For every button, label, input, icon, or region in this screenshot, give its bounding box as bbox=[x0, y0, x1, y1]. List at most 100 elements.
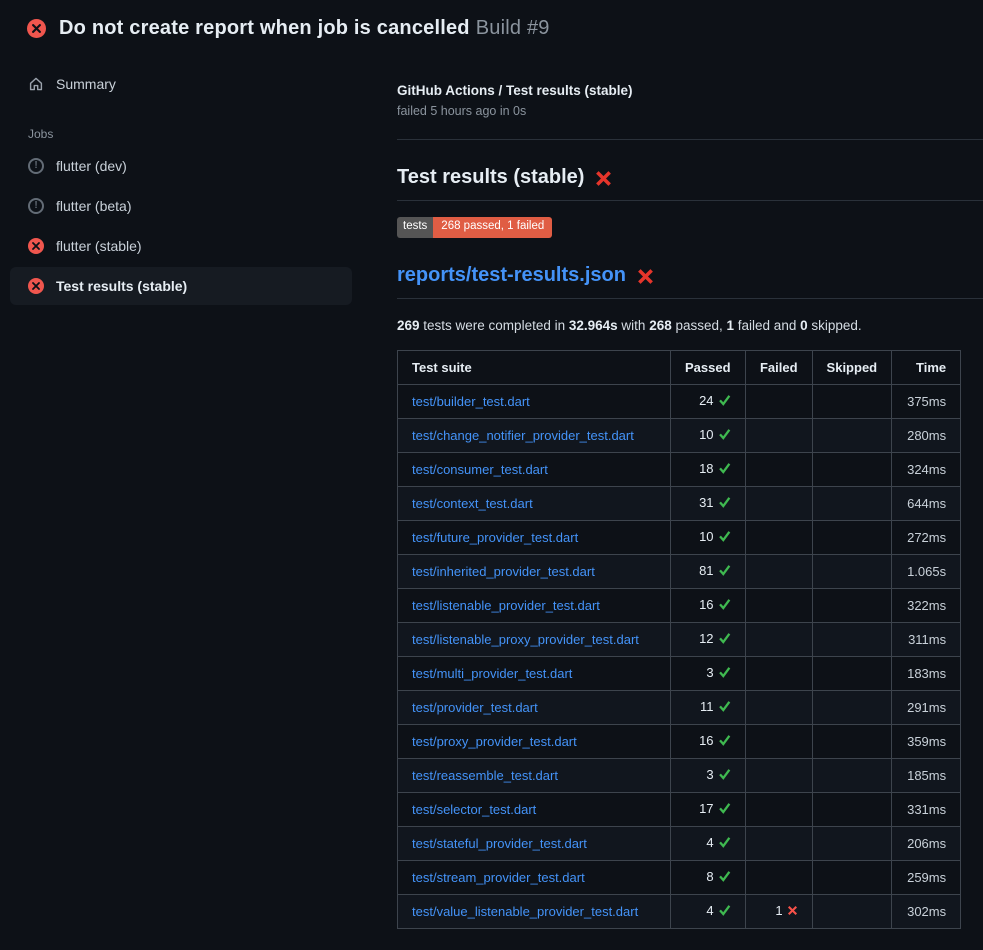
test-suite-link[interactable]: test/proxy_provider_test.dart bbox=[412, 734, 577, 749]
table-row: test/selector_test.dart 17 331ms bbox=[398, 792, 961, 826]
test-suite-link[interactable]: test/reassemble_test.dart bbox=[412, 768, 558, 783]
skipped-cell bbox=[812, 554, 892, 588]
summary-text: 269 tests were completed in 32.964s with… bbox=[397, 318, 983, 333]
table-row: test/listenable_provider_test.dart 16 322m… bbox=[398, 588, 961, 622]
table-row: test/change_notifier_provider_test.dart1… bbox=[398, 418, 961, 452]
test-suite-link[interactable]: test/consumer_test.dart bbox=[412, 462, 548, 477]
job-label: flutter (stable) bbox=[56, 238, 142, 254]
failed-cell bbox=[745, 588, 812, 622]
report-heading: reports/test-results.json bbox=[397, 264, 983, 299]
skipped-cell bbox=[812, 588, 892, 622]
test-suite-link[interactable]: test/change_notifier_provider_test.dart bbox=[412, 428, 634, 443]
skipped-cell bbox=[812, 758, 892, 792]
check-icon bbox=[718, 598, 731, 613]
summary-failed: 1 bbox=[727, 318, 735, 333]
test-suite-cell: test/provider_test.dart bbox=[398, 690, 671, 724]
job-label: flutter (dev) bbox=[56, 158, 127, 174]
time-cell: 331ms bbox=[892, 792, 961, 826]
time-cell: 1.065s bbox=[892, 554, 961, 588]
cancelled-status-icon: ! bbox=[28, 198, 44, 214]
test-results-table: Test suite Passed Failed Skipped Time te… bbox=[397, 350, 961, 929]
test-suite-link[interactable]: test/stream_provider_test.dart bbox=[412, 870, 585, 885]
test-suite-cell: test/future_provider_test.dart bbox=[398, 520, 671, 554]
time-cell: 185ms bbox=[892, 758, 961, 792]
check-icon bbox=[718, 462, 731, 477]
table-row: test/proxy_provider_test.dart16359ms bbox=[398, 724, 961, 758]
passed-cell: 16 bbox=[671, 588, 746, 622]
col-skipped: Skipped bbox=[812, 350, 892, 384]
skipped-cell bbox=[812, 486, 892, 520]
test-suite-cell: test/builder_test.dart bbox=[398, 384, 671, 418]
sidebar-job-item[interactable]: Test results (stable) bbox=[10, 267, 352, 305]
table-row: test/consumer_test.dart18324ms bbox=[398, 452, 961, 486]
time-cell: 311ms bbox=[892, 622, 961, 656]
failed-cell bbox=[745, 656, 812, 690]
test-suite-link[interactable]: test/selector_test.dart bbox=[412, 802, 536, 817]
col-passed: Passed bbox=[671, 350, 746, 384]
skipped-cell bbox=[812, 894, 892, 928]
time-cell: 291ms bbox=[892, 690, 961, 724]
test-suite-link[interactable]: test/multi_provider_test.dart bbox=[412, 666, 572, 681]
test-suite-cell: test/listenable_proxy_provider_test.dart bbox=[398, 622, 671, 656]
time-cell: 322ms bbox=[892, 588, 961, 622]
check-icon bbox=[718, 530, 731, 545]
passed-cell: 3 bbox=[671, 656, 746, 690]
failed-cell bbox=[745, 418, 812, 452]
check-icon bbox=[718, 394, 731, 409]
test-suite-link[interactable]: test/builder_test.dart bbox=[412, 394, 530, 409]
failed-cell bbox=[745, 758, 812, 792]
test-suite-link[interactable]: test/value_listenable_provider_test.dart bbox=[412, 904, 638, 919]
sidebar-item-summary[interactable]: Summary bbox=[10, 65, 352, 103]
test-suite-link[interactable]: test/listenable_proxy_provider_test.dart bbox=[412, 632, 639, 647]
sidebar: Summary Jobs !flutter (dev)!flutter (bet… bbox=[0, 53, 397, 307]
sidebar-job-item[interactable]: !flutter (dev) bbox=[10, 147, 352, 185]
failed-cell bbox=[745, 384, 812, 418]
skipped-cell bbox=[812, 452, 892, 486]
failed-cell bbox=[745, 622, 812, 656]
cross-icon bbox=[787, 904, 798, 919]
skipped-cell bbox=[812, 792, 892, 826]
sidebar-job-item[interactable]: ! flutter (beta) bbox=[10, 187, 352, 225]
job-label: flutter (beta) bbox=[56, 198, 131, 214]
failed-cell bbox=[745, 520, 812, 554]
passed-cell: 81 bbox=[671, 554, 746, 588]
main-content: GitHub Actions / Test results (stable) f… bbox=[397, 53, 983, 929]
passed-cell: 11 bbox=[671, 690, 746, 724]
test-suite-cell: test/proxy_provider_test.dart bbox=[398, 724, 671, 758]
test-suite-link[interactable]: test/inherited_provider_test.dart bbox=[412, 564, 595, 579]
test-suite-cell: test/consumer_test.dart bbox=[398, 452, 671, 486]
failed-status-icon bbox=[28, 238, 44, 254]
check-icon bbox=[718, 564, 731, 579]
test-suite-cell: test/listenable_provider_test.dart bbox=[398, 588, 671, 622]
failed-cell bbox=[745, 826, 812, 860]
build-number: Build #9 bbox=[476, 17, 550, 39]
col-failed: Failed bbox=[745, 350, 812, 384]
test-suite-link[interactable]: test/provider_test.dart bbox=[412, 700, 538, 715]
check-icon bbox=[718, 496, 731, 511]
passed-cell: 10 bbox=[671, 520, 746, 554]
passed-cell: 3 bbox=[671, 758, 746, 792]
tests-badge: tests 268 passed, 1 failed bbox=[397, 217, 552, 238]
sidebar-job-item[interactable]: flutter (stable) bbox=[10, 227, 352, 265]
check-icon bbox=[718, 768, 731, 783]
skipped-cell bbox=[812, 724, 892, 758]
time-cell: 644ms bbox=[892, 486, 961, 520]
time-cell: 183ms bbox=[892, 656, 961, 690]
table-row: test/stream_provider_test.dart8259ms bbox=[398, 860, 961, 894]
failed-cell bbox=[745, 554, 812, 588]
test-suite-link[interactable]: test/stateful_provider_test.dart bbox=[412, 836, 587, 851]
check-icon bbox=[718, 734, 731, 749]
check-icon bbox=[718, 836, 731, 851]
time-cell: 324ms bbox=[892, 452, 961, 486]
passed-cell: 17 bbox=[671, 792, 746, 826]
test-suite-cell: test/change_notifier_provider_test.dart bbox=[398, 418, 671, 452]
test-suite-link[interactable]: test/future_provider_test.dart bbox=[412, 530, 578, 545]
failed-cell bbox=[745, 452, 812, 486]
run-title: Do not create report when job is cancell… bbox=[59, 17, 470, 39]
table-row: test/provider_test.dart 11 291ms bbox=[398, 690, 961, 724]
report-file-link[interactable]: reports/test-results.json bbox=[397, 264, 626, 287]
test-suite-link[interactable]: test/context_test.dart bbox=[412, 496, 533, 511]
passed-cell: 16 bbox=[671, 724, 746, 758]
test-suite-link[interactable]: test/listenable_provider_test.dart bbox=[412, 598, 600, 613]
run-failed-icon bbox=[27, 19, 46, 38]
